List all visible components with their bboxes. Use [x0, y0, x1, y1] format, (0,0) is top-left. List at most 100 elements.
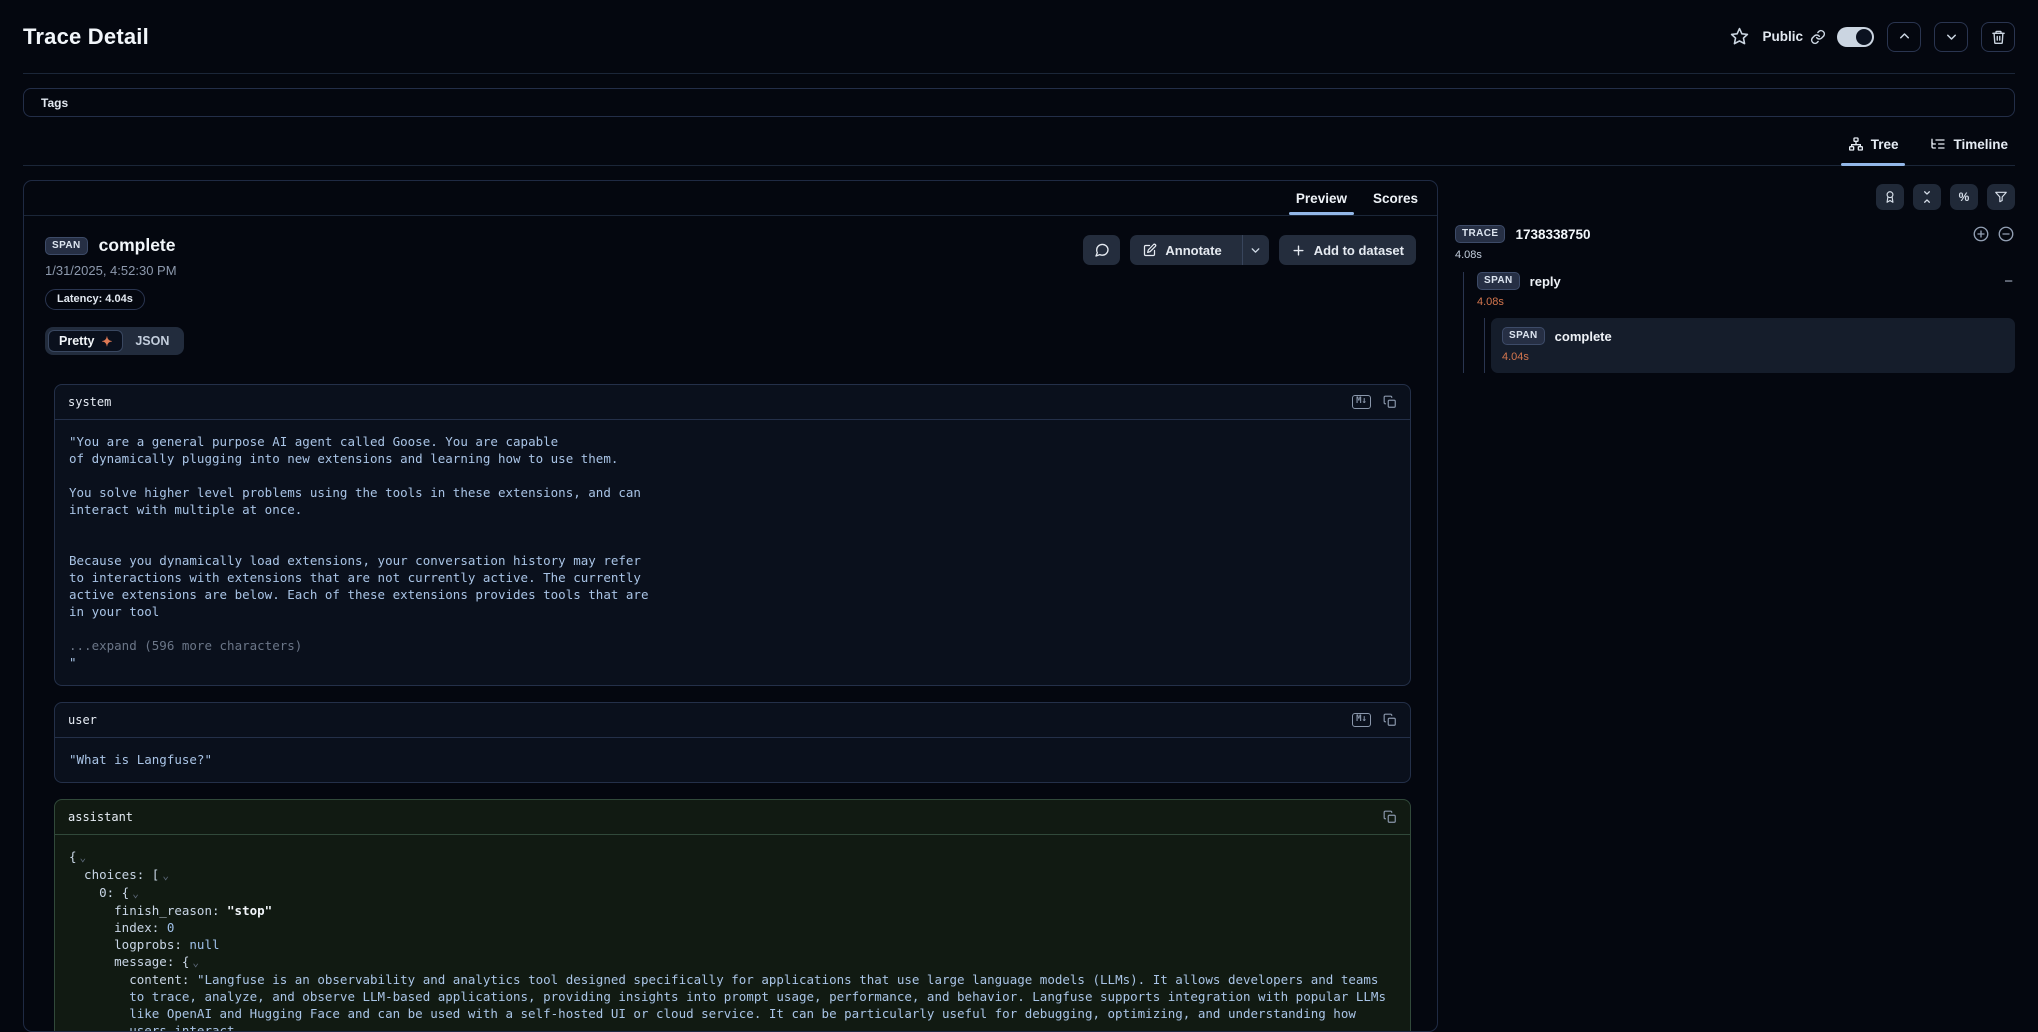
add-to-dataset-button[interactable]: Add to dataset — [1279, 235, 1416, 265]
delete-trace-button[interactable] — [1981, 22, 2015, 52]
message-system-header: system M↓ — [55, 385, 1410, 420]
tab-tree[interactable]: Tree — [1841, 130, 1906, 165]
json-line: finish_reason: "stop" — [69, 902, 1396, 919]
span-title-row: SPAN complete — [45, 235, 177, 256]
message-assistant: assistant {⌄ choices: [⌄ 0: {⌄ finish_re… — [54, 799, 1411, 1032]
format-json[interactable]: JSON — [123, 330, 181, 352]
zoom-out-icon[interactable] — [1997, 225, 2015, 243]
collapse-caret-icon[interactable]: ⌄ — [132, 887, 139, 900]
zoom-in-icon[interactable] — [1972, 225, 1990, 243]
chevron-down-icon — [1249, 244, 1262, 257]
span-type-badge: SPAN — [1502, 327, 1545, 345]
trash-icon — [1991, 29, 2006, 45]
award-icon — [1883, 190, 1897, 204]
app-header: Trace Detail Public — [23, 0, 2015, 73]
collapse-caret-icon[interactable]: ⌄ — [162, 869, 169, 882]
span-actions: Annotate Add to dataset — [1083, 235, 1416, 265]
span-timestamp: 1/31/2025, 4:52:30 PM — [45, 263, 177, 278]
trace-duration: 4.08s — [1455, 249, 2015, 261]
link-icon — [1810, 29, 1826, 45]
add-to-dataset-label: Add to dataset — [1314, 243, 1404, 258]
plus-icon — [1291, 243, 1306, 258]
format-pretty-label: Pretty — [59, 334, 94, 348]
trace-id: 1738338750 — [1515, 227, 1590, 242]
json-line: choices: [⌄ — [69, 866, 1396, 884]
tab-preview[interactable]: Preview — [1285, 183, 1358, 214]
filter-button[interactable] — [1987, 184, 2015, 210]
collapse-node-icon[interactable]: − — [2004, 273, 2015, 290]
next-trace-button[interactable] — [1934, 22, 1968, 52]
span-duration: 4.08s — [1477, 296, 2015, 308]
tags-label: Tags — [41, 96, 68, 110]
json-text: choices: [ — [84, 867, 159, 882]
span-node-name: reply — [1530, 274, 1561, 289]
format-pretty[interactable]: Pretty ✦ — [48, 330, 123, 352]
tags-box[interactable]: Tags — [23, 88, 2015, 117]
system-text: "You are a general purpose AI agent call… — [69, 433, 1396, 620]
json-key: logprobs: — [114, 937, 189, 952]
message-system: system M↓ "You are a general purpose AI … — [54, 384, 1411, 686]
tab-timeline-label: Timeline — [1953, 137, 2008, 152]
closing-quote: " — [69, 654, 1396, 671]
collapse-all-button[interactable] — [1913, 184, 1941, 210]
collapse-caret-icon[interactable]: ⌄ — [192, 956, 199, 969]
span-node-reply[interactable]: SPAN reply − — [1477, 272, 2015, 290]
star-icon[interactable] — [1730, 27, 1749, 46]
message-header-icons: M↓ — [1352, 395, 1397, 409]
json-text: 0: { — [99, 885, 129, 900]
comment-icon — [1094, 242, 1110, 258]
tree-zoom-controls — [1972, 225, 2015, 243]
json-line: index: 0 — [69, 919, 1396, 936]
metrics-toggle-button[interactable]: % — [1950, 184, 1978, 210]
json-value: 0 — [167, 920, 175, 935]
copy-icon[interactable] — [1383, 395, 1397, 409]
scores-toggle-button[interactable] — [1876, 184, 1904, 210]
span-node-row: SPAN complete — [1502, 327, 2004, 345]
annotate-dropdown[interactable] — [1242, 235, 1269, 265]
json-key: index: — [114, 920, 167, 935]
trace-type-badge: TRACE — [1455, 225, 1505, 243]
panel-header: SPAN complete 1/31/2025, 4:52:30 PM Late… — [24, 216, 1437, 310]
percent-icon: % — [1959, 190, 1970, 204]
json-text: message: { — [114, 954, 189, 969]
expand-link[interactable]: ...expand (596 more characters) — [69, 637, 1396, 654]
json-value: "stop" — [227, 903, 272, 918]
latency-badge: Latency: 4.04s — [45, 289, 145, 310]
annotate-main[interactable]: Annotate — [1130, 235, 1233, 265]
chevron-down-icon — [1944, 29, 1959, 44]
view-tabs: Tree Timeline — [23, 117, 2015, 166]
trace-node[interactable]: TRACE 1738338750 — [1455, 225, 2015, 243]
user-text: "What is Langfuse?" — [69, 751, 1396, 768]
markdown-icon[interactable]: M↓ — [1352, 713, 1371, 727]
span-node-name: complete — [1555, 329, 1612, 344]
json-text: { — [69, 849, 77, 864]
header-divider — [23, 73, 2015, 74]
panel-tabs: Preview Scores — [24, 181, 1437, 216]
public-label: Public — [1762, 29, 1803, 44]
role-label: user — [68, 713, 97, 727]
tree-toolbar: % — [1455, 184, 2015, 210]
annotate-label: Annotate — [1165, 243, 1221, 258]
public-toggle[interactable] — [1837, 27, 1874, 47]
span-node-complete-selected[interactable]: SPAN complete 4.04s — [1491, 318, 2015, 373]
fold-vertical-icon — [1920, 190, 1934, 204]
trace-detail-page: Trace Detail Public T — [0, 0, 2038, 1032]
message-assistant-body: {⌄ choices: [⌄ 0: {⌄ finish_reason: "sto… — [55, 835, 1410, 1032]
copy-icon[interactable] — [1383, 810, 1397, 824]
annotate-button[interactable]: Annotate — [1130, 235, 1268, 265]
tab-scores[interactable]: Scores — [1362, 183, 1429, 214]
json-value: "Langfuse is an observability and analyt… — [129, 972, 1393, 1032]
json-key: finish_reason: — [114, 903, 227, 918]
page-title: Trace Detail — [23, 24, 149, 50]
markdown-icon[interactable]: M↓ — [1352, 395, 1371, 409]
content-row: Preview Scores SPAN complete 1/31/2025, … — [23, 180, 2015, 1032]
format-toggle: Pretty ✦ JSON — [45, 327, 184, 355]
copy-icon[interactable] — [1383, 713, 1397, 727]
trace-tree-sidebar: % TRACE 1738338750 4.08s SPAN reply — [1455, 180, 2015, 1032]
collapse-caret-icon[interactable]: ⌄ — [80, 851, 87, 864]
edit-icon — [1142, 243, 1157, 258]
prev-trace-button[interactable] — [1887, 22, 1921, 52]
json-line: 0: {⌄ — [69, 884, 1396, 902]
comment-button[interactable] — [1083, 235, 1120, 265]
tab-timeline[interactable]: Timeline — [1923, 130, 2015, 165]
